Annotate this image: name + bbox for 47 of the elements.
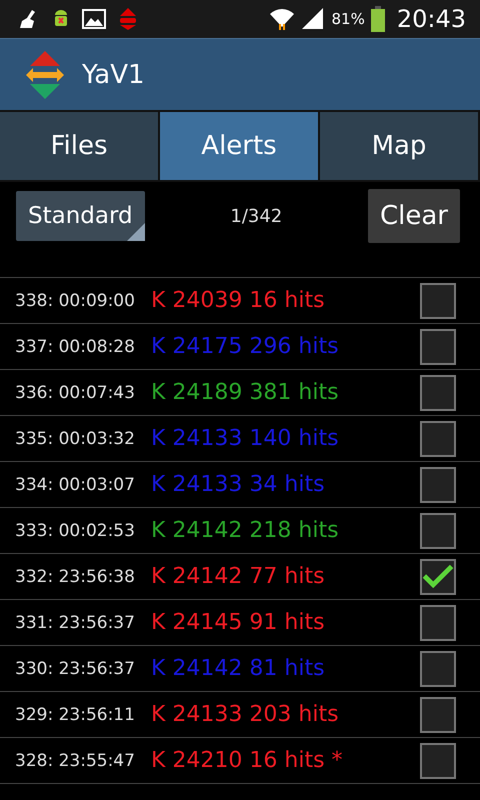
checkbox[interactable] <box>420 466 456 502</box>
tab[interactable]: Alerts <box>160 112 320 180</box>
alert-text: K 24189 381 hits <box>151 380 340 405</box>
alert-text: K 24145 91 hits <box>151 610 326 635</box>
checkbox[interactable] <box>420 512 456 548</box>
alert-text: K 24142 81 hits <box>151 656 326 681</box>
checkbox[interactable] <box>420 742 456 778</box>
alert-time: 331: 23:56:37 <box>15 612 136 632</box>
clear-button[interactable]: Clear <box>368 189 460 243</box>
alert-time: 334: 00:03:07 <box>15 474 136 494</box>
alert-text: K 24142 218 hits <box>151 518 340 543</box>
mode-dropdown[interactable]: Standard <box>16 191 145 241</box>
alert-time: 329: 23:56:11 <box>15 704 136 724</box>
alert-time: 328: 23:55:47 <box>15 750 136 770</box>
signal-icon <box>301 8 326 30</box>
alert-time: 338: 00:09:00 <box>15 290 136 310</box>
alert-time: 335: 00:03:32 <box>15 428 136 448</box>
app-logo-icon <box>26 50 64 98</box>
checkbox[interactable] <box>420 558 456 594</box>
alert-counter: 1/342 <box>230 206 282 226</box>
alert-time: 336: 00:07:43 <box>15 382 136 402</box>
alert-text: K 24142 77 hits <box>151 564 326 589</box>
alert-text: K 24133 34 hits <box>151 472 326 497</box>
alert-text: K 24133 140 hits <box>151 426 340 451</box>
image-icon <box>82 9 106 29</box>
alert-text: K 24210 16 hits * <box>151 748 344 773</box>
clock: 20:43 <box>396 5 466 33</box>
alert-time: 337: 00:08:28 <box>15 336 136 356</box>
checkbox[interactable] <box>420 282 456 318</box>
alert-text: K 24039 16 hits <box>151 288 326 313</box>
checkbox[interactable] <box>420 696 456 732</box>
alert-text: K 24133 203 hits <box>151 702 340 727</box>
checkbox[interactable] <box>420 604 456 640</box>
app-notification-icon <box>118 7 138 31</box>
checkbox[interactable] <box>420 650 456 686</box>
alert-time: 330: 23:56:37 <box>15 658 136 678</box>
checkbox[interactable] <box>420 328 456 364</box>
alert-time: 332: 23:56:38 <box>15 566 136 586</box>
app-title: YaV1 <box>82 60 145 90</box>
battery-icon <box>370 6 385 32</box>
android-icon <box>52 9 70 29</box>
wifi-icon <box>269 7 296 31</box>
checkbox[interactable] <box>420 420 456 456</box>
alert-text: K 24175 296 hits <box>151 334 340 359</box>
battery-percent: 81% <box>331 10 365 28</box>
alert-time: 333: 00:02:53 <box>15 520 136 540</box>
checkbox[interactable] <box>420 374 456 410</box>
